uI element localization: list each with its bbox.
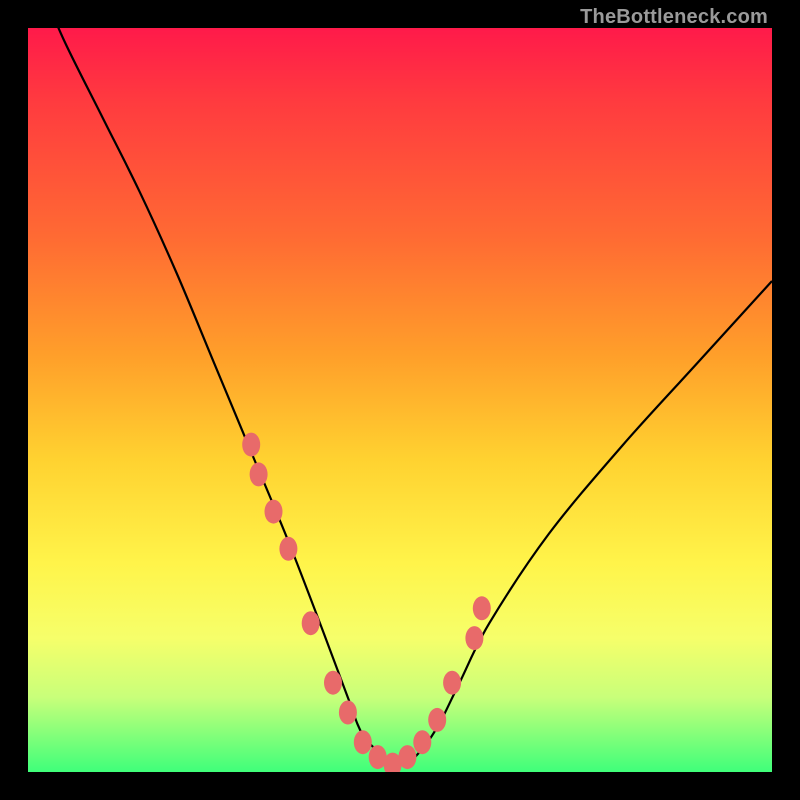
highlighted-point xyxy=(473,596,491,620)
highlighted-point xyxy=(242,433,260,457)
bottleneck-curve xyxy=(43,28,772,765)
highlighted-point xyxy=(443,671,461,695)
highlighted-points-group xyxy=(242,433,491,772)
highlighted-point xyxy=(339,701,357,725)
highlighted-point xyxy=(250,462,268,486)
highlighted-point xyxy=(465,626,483,650)
highlighted-point xyxy=(279,537,297,561)
watermark-text: TheBottleneck.com xyxy=(580,6,768,29)
highlighted-point xyxy=(413,730,431,754)
highlighted-point xyxy=(265,500,283,524)
highlighted-point xyxy=(302,611,320,635)
highlighted-point xyxy=(398,745,416,769)
chart-container: TheBottleneck.com xyxy=(0,0,800,800)
highlighted-point xyxy=(354,730,372,754)
chart-overlay xyxy=(28,28,772,772)
highlighted-point xyxy=(428,708,446,732)
highlighted-point xyxy=(324,671,342,695)
